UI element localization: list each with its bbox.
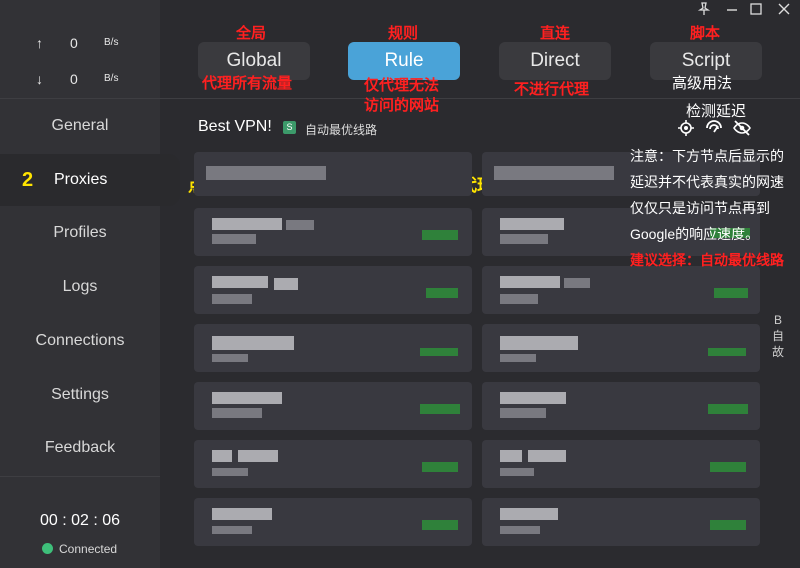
download-speed: ↓ 0 B/s bbox=[0, 71, 160, 91]
annotation-rule-desc-2: 访问的网站 bbox=[364, 97, 440, 114]
annotation-test-latency: 检测延迟 bbox=[686, 103, 747, 120]
proxy-node-card[interactable] bbox=[482, 266, 760, 314]
upload-speed: ↑ 0 B/s bbox=[0, 35, 160, 55]
annotation-global-desc: 代理所有流量 bbox=[202, 75, 293, 92]
proxy-node-card[interactable] bbox=[194, 440, 472, 488]
nav-general[interactable]: General bbox=[0, 100, 160, 152]
annotation-direct-desc: 不进行代理 bbox=[514, 81, 590, 98]
annotation-rule-desc-1: 仅代理无法 bbox=[364, 77, 440, 94]
download-value: 0 bbox=[70, 71, 78, 87]
mode-direct-button[interactable]: Direct bbox=[499, 42, 611, 80]
nav-proxies-label: Proxies bbox=[54, 171, 108, 188]
step-number: 2 bbox=[22, 169, 34, 191]
status-text: Connected bbox=[59, 542, 118, 556]
download-unit: B/s bbox=[104, 73, 119, 84]
proxy-node-card[interactable] bbox=[194, 152, 472, 196]
annotation-global: 全局 bbox=[236, 25, 267, 42]
note-line-2: 延迟并不代表真实的网速 bbox=[630, 174, 784, 190]
connection-timer: 00 : 02 : 06 bbox=[39, 512, 121, 529]
note-line-3: 仅仅只是访问节点再到 bbox=[630, 200, 770, 216]
nav-connections[interactable]: Connections bbox=[0, 315, 160, 367]
nav-feedback[interactable]: Feedback bbox=[0, 422, 160, 474]
side-strip-char: 故 bbox=[771, 345, 784, 359]
nav-profiles[interactable]: Profiles bbox=[0, 207, 160, 259]
proxy-node-card[interactable] bbox=[194, 208, 472, 256]
speed-test-icon[interactable] bbox=[705, 119, 723, 137]
proxy-group-name: Best VPN! bbox=[198, 118, 272, 135]
note-suggestion: 建议选择：自动最优线路 bbox=[630, 252, 784, 268]
side-strip-char: B bbox=[773, 313, 782, 327]
upload-unit: B/s bbox=[104, 37, 119, 48]
sidebar-divider bbox=[0, 98, 160, 99]
annotation-script-desc: 高级用法 bbox=[672, 75, 733, 92]
connection-status[interactable]: Connected bbox=[42, 542, 117, 556]
side-strip-char: 自 bbox=[771, 329, 784, 343]
close-icon[interactable] bbox=[774, 2, 794, 20]
locate-icon[interactable] bbox=[677, 119, 695, 137]
sidebar-divider-bottom bbox=[0, 476, 160, 477]
pin-icon[interactable] bbox=[694, 2, 714, 20]
note-line-1: 注意：下方节点后显示的 bbox=[630, 148, 784, 164]
upload-value: 0 bbox=[70, 35, 78, 51]
proxy-node-card[interactable] bbox=[194, 324, 472, 372]
selected-proxy: 自动最优线路 bbox=[305, 123, 378, 137]
upload-arrow-icon: ↑ bbox=[36, 35, 43, 51]
proxy-node-card[interactable] bbox=[482, 382, 760, 430]
proxy-node-card[interactable] bbox=[194, 266, 472, 314]
nav-settings[interactable]: Settings bbox=[0, 369, 160, 421]
nav-logs[interactable]: Logs bbox=[0, 261, 160, 313]
nav-proxies[interactable]: 2 Proxies bbox=[0, 154, 180, 206]
annotation-rule: 规则 bbox=[388, 25, 419, 42]
download-arrow-icon: ↓ bbox=[36, 71, 43, 87]
sidebar: ↑ 0 B/s ↓ 0 B/s General 2 Proxies Profil… bbox=[0, 0, 180, 568]
proxy-node-card[interactable] bbox=[194, 498, 472, 546]
annotation-direct: 直连 bbox=[540, 25, 571, 42]
proxy-node-card[interactable] bbox=[482, 498, 760, 546]
selector-tag: S bbox=[283, 121, 296, 134]
note-line-4: Google的响应速度。 bbox=[630, 226, 760, 242]
proxy-node-card[interactable] bbox=[482, 440, 760, 488]
status-dot-icon bbox=[42, 543, 53, 554]
hide-icon[interactable] bbox=[733, 119, 751, 137]
proxy-node-card[interactable] bbox=[194, 382, 472, 430]
annotation-script: 脚本 bbox=[690, 25, 721, 42]
minimize-icon[interactable] bbox=[722, 2, 742, 20]
proxy-node-card[interactable] bbox=[482, 324, 760, 372]
maximize-icon[interactable] bbox=[746, 2, 766, 20]
side-strip: B 自 故 bbox=[770, 312, 786, 360]
